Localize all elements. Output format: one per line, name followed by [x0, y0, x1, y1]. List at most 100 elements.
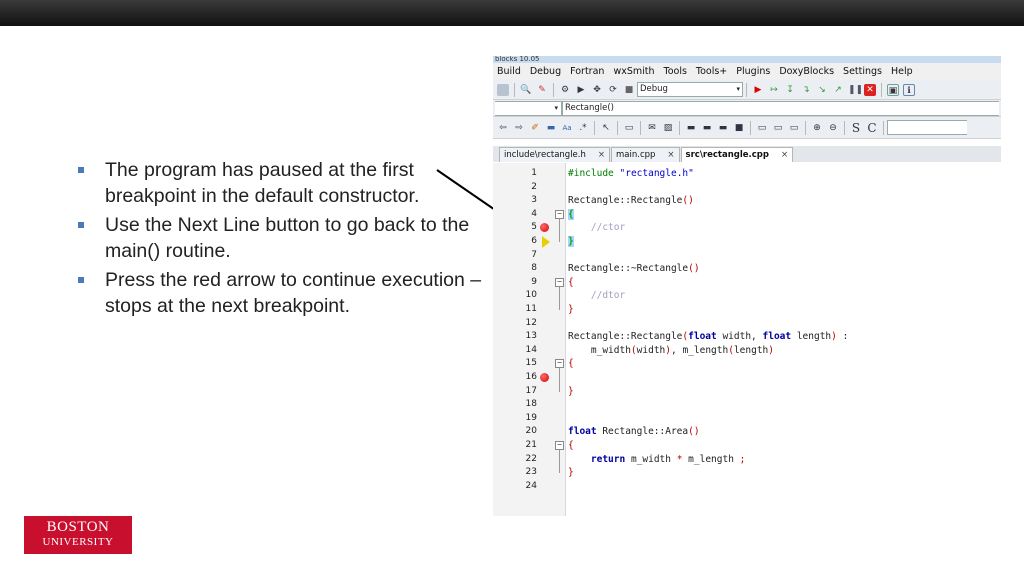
code-line[interactable]: 21 −{ — [493, 439, 1001, 453]
code-line[interactable]: 22 return m_width * m_length ; — [493, 453, 1001, 467]
code-line[interactable]: 9 −{ — [493, 276, 1001, 290]
zoom-in-icon[interactable]: ⊕ — [811, 122, 823, 134]
s-letter-icon[interactable]: S — [850, 122, 862, 134]
close-icon[interactable]: × — [598, 148, 605, 162]
code-line[interactable]: 5 //ctor — [493, 221, 1001, 235]
match-case-icon[interactable]: Aa — [561, 122, 573, 134]
forward-arrow-icon[interactable]: ⇨ — [513, 122, 525, 134]
code-text: { — [568, 358, 574, 370]
code-text: { — [568, 440, 574, 451]
close-icon[interactable]: × — [781, 148, 788, 162]
code-line[interactable]: 19 — [493, 412, 1001, 426]
next-line-icon[interactable]: ↧ — [784, 84, 796, 96]
code-line[interactable]: 16 — [493, 371, 1001, 385]
info-icon[interactable]: ℹ — [903, 83, 915, 96]
highlight-icon[interactable]: ✐ — [529, 122, 541, 134]
symbol-select[interactable]: Rectangle() — [562, 100, 999, 116]
menu-item-help[interactable]: Help — [889, 66, 915, 77]
next-instruction-icon[interactable]: ↴ — [800, 84, 812, 96]
menu-item-settings[interactable]: Settings — [841, 66, 884, 77]
code-line[interactable]: 3 Rectangle::Rectangle() — [493, 194, 1001, 208]
rebuild-icon[interactable]: ⟳ — [607, 84, 619, 96]
block-3-icon[interactable]: ▬ — [717, 122, 729, 134]
toolbar-unknown-icon[interactable] — [497, 83, 509, 96]
line-number: 12 — [525, 317, 537, 328]
code-line[interactable]: 6} — [493, 235, 1001, 249]
menu-bar: Build Debug Fortran wxSmith Tools Tools+ Plugi… — [493, 63, 1001, 80]
tab-rectangle-h[interactable]: include\rectangle.h × — [499, 147, 610, 162]
menu-item-doxyblocks[interactable]: DoxyBlocks — [777, 66, 836, 77]
shape-rect-icon[interactable]: ▭ — [623, 122, 635, 134]
stop-debugger-icon[interactable]: ✕ — [864, 83, 876, 96]
code-line[interactable]: 14 m_width(width), m_length(length) — [493, 344, 1001, 358]
close-icon[interactable]: × — [667, 148, 674, 162]
step-into-icon[interactable]: ↘ — [816, 84, 828, 96]
run-icon[interactable]: ▶ — [575, 84, 587, 96]
code-line[interactable]: 24 — [493, 480, 1001, 494]
toolbar-separator — [805, 120, 806, 135]
frame-2-icon[interactable]: ▭ — [772, 122, 784, 134]
line-number: 23 — [525, 467, 537, 478]
menu-item-debug[interactable]: Debug — [528, 66, 563, 77]
replace-icon[interactable]: ✎ — [536, 84, 548, 96]
debug-windows-icon[interactable]: ▣ — [887, 83, 899, 96]
build-gear-icon[interactable]: ⚙ — [559, 84, 571, 96]
fold-toggle-icon[interactable]: − — [555, 209, 564, 219]
select-icon[interactable]: ▬ — [545, 122, 557, 134]
code-line[interactable]: 17} — [493, 385, 1001, 399]
frame-1-icon[interactable]: ▭ — [756, 122, 768, 134]
menu-item-tools-[interactable]: Tools+ — [694, 66, 729, 77]
code-line[interactable]: 18 — [493, 398, 1001, 412]
block-1-icon[interactable]: ▬ — [685, 122, 697, 134]
fold-toggle-icon[interactable]: − — [555, 359, 564, 369]
search-icon[interactable]: 🔍 — [520, 84, 532, 96]
tab-main-cpp[interactable]: main.cpp × — [611, 147, 680, 162]
build-target-select[interactable]: Debug ▾ — [637, 82, 743, 97]
pointer-icon[interactable]: ↖ — [600, 122, 612, 134]
scope-select[interactable]: ▾ — [495, 100, 562, 116]
frame-3-icon[interactable]: ▭ — [788, 122, 800, 134]
code-line[interactable]: 1 #include "rectangle.h" — [493, 167, 1001, 181]
code-editor[interactable]: 1 #include "rectangle.h" 2 3 Rectangle::Rect… — [493, 163, 1001, 516]
code-line[interactable]: 20 float Rectangle::Area() — [493, 425, 1001, 439]
code-line[interactable]: 8 Rectangle::~Rectangle() — [493, 262, 1001, 276]
pause-icon[interactable]: ❚❚ — [848, 84, 863, 96]
code-line[interactable]: 4 −{ — [493, 208, 1001, 222]
code-line[interactable]: 10 //dtor — [493, 289, 1001, 303]
code-line[interactable]: 13 Rectangle::Rectangle(float width, floa… — [493, 330, 1001, 344]
menu-item-fortran[interactable]: Fortran — [568, 66, 606, 77]
c-letter-icon[interactable]: C — [866, 122, 878, 134]
image-icon[interactable]: ▨ — [662, 122, 674, 134]
code-line[interactable]: 2 — [493, 181, 1001, 195]
search-input[interactable] — [887, 120, 967, 135]
menu-item-build[interactable]: Build — [495, 66, 523, 77]
breakpoint-icon[interactable] — [540, 223, 549, 233]
fold-toggle-icon[interactable]: − — [555, 441, 564, 450]
block-2-icon[interactable]: ▬ — [701, 122, 713, 134]
regex-icon[interactable]: .* — [577, 122, 589, 134]
build-run-icon[interactable]: ✥ — [591, 84, 603, 96]
tab-rectangle-cpp[interactable]: src\rectangle.cpp × — [680, 147, 794, 162]
mail-icon[interactable]: ✉ — [646, 122, 658, 134]
menu-item-wxsmith[interactable]: wxSmith — [611, 66, 656, 77]
toolbar-separator — [514, 82, 515, 97]
step-out-icon[interactable]: ↗ — [832, 84, 844, 96]
fold-toggle-icon[interactable]: − — [555, 277, 564, 287]
breakpoint-icon[interactable] — [540, 373, 549, 382]
line-number: 6 — [531, 236, 537, 246]
fold-guide — [559, 286, 560, 310]
menu-item-tools[interactable]: Tools — [662, 66, 689, 77]
code-line[interactable]: 11} — [493, 303, 1001, 317]
menu-item-plugins[interactable]: Plugins — [734, 66, 772, 77]
block-4-icon[interactable]: ■ — [733, 122, 745, 134]
back-arrow-icon[interactable]: ⇦ — [497, 122, 509, 134]
code-line[interactable]: 23} — [493, 466, 1001, 480]
code-line[interactable]: 7 — [493, 249, 1001, 263]
run-to-cursor-icon[interactable]: ↦ — [768, 84, 780, 96]
code-line[interactable]: 15 −{ — [493, 357, 1001, 371]
code-line[interactable]: 12 — [493, 317, 1001, 331]
abort-icon[interactable]: ■ — [623, 84, 635, 96]
zoom-out-icon[interactable]: ⊖ — [827, 122, 839, 134]
debug-continue-icon[interactable]: ▶ — [752, 84, 764, 96]
toolbar-editor: ⇦ ⇨ ✐ ▬ Aa .* ↖ ▭ ✉ ▨ ▬ ▬ ▬ ■ ▭ ▭ ▭ ⊕ ⊖ … — [493, 117, 1001, 139]
